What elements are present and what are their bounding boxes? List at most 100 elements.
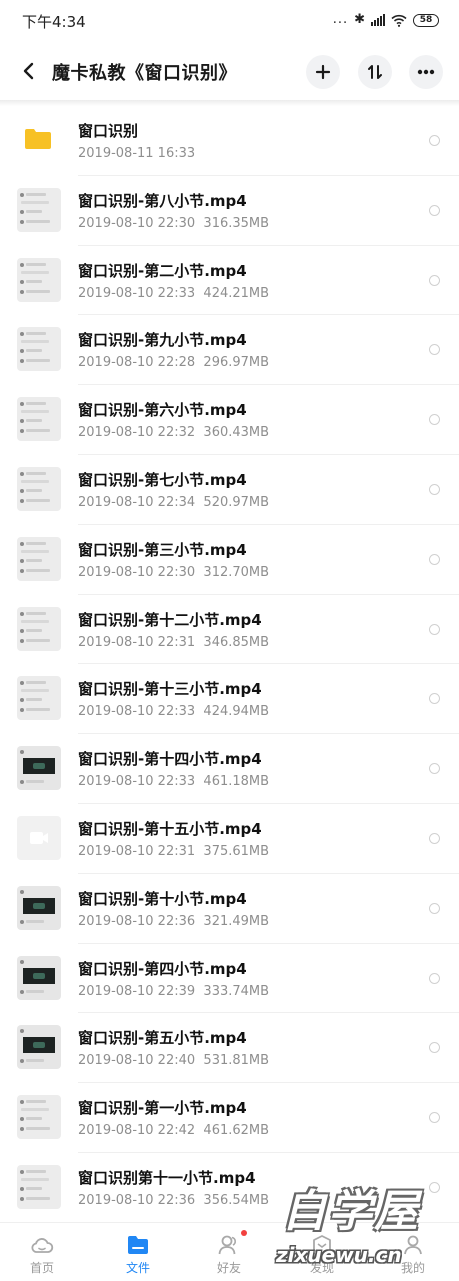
file-size: 346.85MB: [203, 634, 270, 650]
file-name: 窗口识别-第三小节.mp4: [78, 540, 247, 559]
header: 魔卡私教《窗口识别》: [0, 46, 459, 100]
file-meta: 2019-08-10 22:33 424.94MB: [78, 704, 269, 719]
file-meta: 2019-08-10 22:34 520.97MB: [78, 495, 269, 510]
select-radio[interactable]: [429, 1042, 440, 1054]
page-title: 魔卡私教《窗口识别》: [52, 63, 237, 84]
file-thumbnail: [17, 257, 61, 302]
sort-button[interactable]: [358, 55, 392, 89]
file-size: 321.49MB: [203, 913, 270, 929]
status-bar: 下午4:34 ... ✱ 58: [0, 0, 459, 40]
file-name: 窗口识别-第十五小节.mp4: [78, 819, 262, 838]
file-row[interactable]: 窗口识别-第二小节.mp4 2019-08-10 22:33 424.21MB: [0, 246, 459, 316]
nav-label-friends: 好友: [216, 1261, 241, 1275]
video-camera-icon: [30, 831, 48, 844]
file-meta: 2019-08-10 22:36 356.54MB: [78, 1193, 269, 1208]
file-row[interactable]: 窗口识别-第九小节.mp4 2019-08-10 22:28 296.97MB: [0, 315, 459, 386]
select-radio[interactable]: [429, 832, 440, 844]
battery-icon: 58: [413, 13, 439, 27]
file-thumbnail: [17, 1025, 61, 1070]
add-button[interactable]: [306, 55, 340, 89]
sort-icon: [368, 65, 382, 79]
file-name: 窗口识别-第七小节.mp4: [78, 470, 247, 489]
file-size: 461.62MB: [203, 1123, 270, 1139]
nav-label-home: 首页: [29, 1261, 54, 1275]
more-dots-icon: ...: [332, 12, 349, 27]
wifi-icon: [391, 14, 407, 27]
file-meta: 2019-08-10 22:30 316.35MB: [78, 216, 269, 231]
file-row[interactable]: 窗口识别-第八小节.mp4 2019-08-10 22:30 316.35MB: [0, 176, 459, 246]
select-radio[interactable]: [429, 344, 440, 356]
file-meta: 2019-08-10 22:33 424.21MB: [78, 286, 269, 301]
file-size: 461.18MB: [203, 774, 270, 790]
watermark-cn: 自学屋: [282, 1186, 420, 1237]
select-radio[interactable]: [429, 972, 440, 984]
back-chevron-icon[interactable]: [18, 60, 40, 82]
file-meta: 2019-08-10 22:40 531.81MB: [78, 1053, 269, 1068]
file-size: 316.35MB: [203, 215, 270, 231]
watermark-en: zixuewu.cn: [276, 1243, 402, 1267]
file-name: 窗口识别-第六小节.mp4: [78, 401, 247, 420]
file-row[interactable]: 窗口识别-第六小节.mp4 2019-08-10 22:32 360.43MB: [0, 385, 459, 455]
nav-label-files: 文件: [125, 1261, 150, 1275]
file-name: 窗口识别第十一小节.mp4: [78, 1168, 256, 1187]
file-date: 2019-08-10 22:36: [78, 913, 196, 929]
file-name: 窗口识别-第九小节.mp4: [78, 331, 247, 350]
select-radio[interactable]: [429, 414, 440, 426]
file-date: 2019-08-10 22:31: [78, 634, 196, 650]
select-radio[interactable]: [429, 204, 440, 216]
file-row[interactable]: 窗口识别-第十二小节.mp4 2019-08-10 22:31 346.85MB: [0, 595, 459, 665]
nav-item-friends[interactable]: 好友: [189, 1223, 269, 1281]
file-thumbnail: [17, 397, 61, 442]
file-row[interactable]: 窗口识别-第一小节.mp4 2019-08-10 22:42 461.62MB: [0, 1083, 459, 1153]
file-date: 2019-08-10 22:30: [78, 564, 196, 580]
file-name: 窗口识别: [78, 122, 139, 140]
select-radio[interactable]: [429, 902, 440, 914]
file-size: 312.70MB: [203, 564, 270, 580]
select-radio[interactable]: [429, 483, 440, 495]
nav-item-home[interactable]: 首页: [2, 1223, 82, 1281]
select-radio[interactable]: [429, 763, 440, 775]
file-row[interactable]: 窗口识别-第三小节.mp4 2019-08-10 22:30 312.70MB: [0, 525, 459, 595]
file-meta: 2019-08-10 22:39 333.74MB: [78, 984, 269, 999]
file-name: 窗口识别-第十三小节.mp4: [78, 680, 262, 699]
select-radio[interactable]: [429, 135, 440, 146]
file-size: 333.74MB: [203, 983, 270, 999]
more-button[interactable]: [409, 55, 443, 89]
select-radio[interactable]: [429, 274, 440, 286]
file-row[interactable]: 窗口识别-第十三小节.mp4 2019-08-10 22:33 424.94MB: [0, 664, 459, 735]
bluetooth-icon: ✱: [354, 12, 365, 27]
file-name: 窗口识别-第十二小节.mp4: [78, 610, 262, 629]
folder-icon: [25, 129, 51, 149]
file-name: 窗口识别-第二小节.mp4: [78, 261, 247, 280]
file-size: 531.81MB: [203, 1053, 270, 1069]
file-name: 窗口识别-第十四小节.mp4: [78, 750, 262, 769]
select-radio[interactable]: [429, 1112, 440, 1124]
file-thumbnail: [17, 676, 61, 721]
more-horizontal-icon: [417, 69, 435, 75]
file-meta: 2019-08-10 22:30 312.70MB: [78, 565, 269, 580]
file-meta: 2019-08-10 22:32 360.43MB: [78, 425, 269, 440]
notification-badge: [241, 1230, 247, 1236]
select-radio[interactable]: [429, 553, 440, 565]
file-row[interactable]: 窗口识别-第五小节.mp4 2019-08-10 22:40 531.81MB: [0, 1013, 459, 1084]
file-date: 2019-08-10 22:40: [78, 1053, 196, 1069]
file-date: 2019-08-10 22:36: [78, 1192, 196, 1208]
nav-item-files[interactable]: 文件: [98, 1223, 178, 1281]
file-size: 360.43MB: [203, 425, 270, 441]
folder-row[interactable]: 窗口识别 2019-08-11 16:33: [0, 106, 459, 176]
file-name: 窗口识别-第十小节.mp4: [78, 889, 247, 908]
file-thumbnail: [17, 955, 61, 1000]
file-date: 2019-08-10 22:42: [78, 1123, 196, 1139]
file-meta: 2019-08-11 16:33: [78, 146, 195, 161]
file-row[interactable]: 窗口识别-第七小节.mp4 2019-08-10 22:34 520.97MB: [0, 455, 459, 525]
file-size: 375.61MB: [203, 843, 270, 859]
file-name: 窗口识别-第五小节.mp4: [78, 1029, 247, 1048]
select-radio[interactable]: [429, 623, 440, 635]
file-row[interactable]: 窗口识别-第四小节.mp4 2019-08-10 22:39 333.74MB: [0, 944, 459, 1014]
file-row[interactable]: 窗口识别-第十五小节.mp4 2019-08-10 22:31 375.61MB: [0, 804, 459, 874]
signal-icon: [371, 14, 385, 26]
file-date: 2019-08-10 22:33: [78, 774, 196, 790]
select-radio[interactable]: [429, 693, 440, 705]
file-row[interactable]: 窗口识别-第十小节.mp4 2019-08-10 22:36 321.49MB: [0, 874, 459, 944]
file-row[interactable]: 窗口识别-第十四小节.mp4 2019-08-10 22:33 461.18MB: [0, 734, 459, 804]
